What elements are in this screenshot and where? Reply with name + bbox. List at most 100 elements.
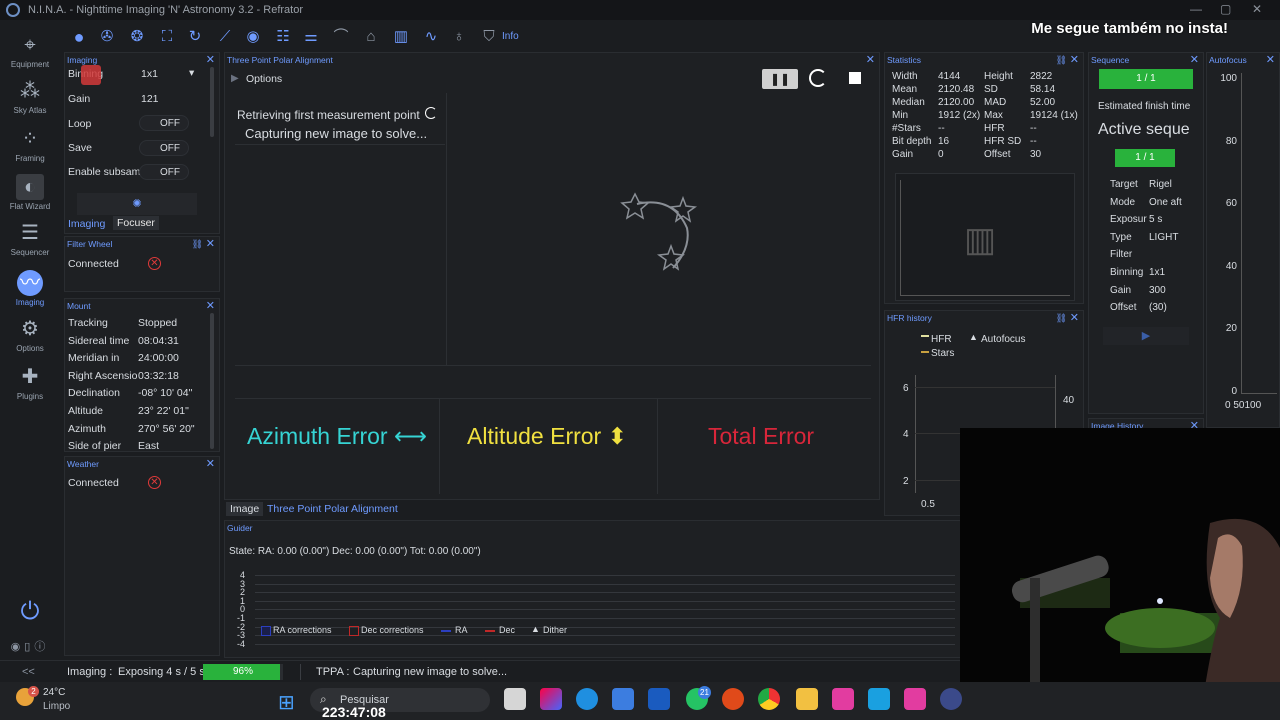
- app-icon[interactable]: [648, 688, 670, 710]
- scrollbar[interactable]: [210, 313, 214, 449]
- maximize-icon[interactable]: ▢: [1220, 2, 1231, 16]
- autofocus-y-tick: 0: [1231, 386, 1237, 397]
- chrome-icon[interactable]: [758, 688, 780, 710]
- nav-plugins[interactable]: ✚ Plugins: [0, 364, 60, 401]
- sliders-icon[interactable]: ⚌: [300, 27, 322, 47]
- disconnected-icon[interactable]: ✕: [148, 257, 161, 270]
- stat-value: 0: [938, 149, 944, 160]
- minimize-icon[interactable]: —: [1190, 2, 1202, 16]
- task-view-icon[interactable]: [504, 688, 526, 710]
- info-tab[interactable]: Info: [502, 31, 519, 42]
- chevron-down-icon[interactable]: ▾: [189, 67, 194, 79]
- target-icon[interactable]: ◉: [242, 27, 264, 47]
- footer-icons[interactable]: ◉▯ⓘ: [0, 638, 60, 654]
- close-window-icon[interactable]: ✕: [1252, 2, 1262, 16]
- gain-input[interactable]: 121: [141, 93, 159, 105]
- start-sequence-button[interactable]: ▶: [1103, 327, 1189, 345]
- guider-graph-icon[interactable]: ∿: [420, 27, 442, 47]
- expand-options-icon[interactable]: ▶: [231, 73, 239, 84]
- imaging-status-label: Imaging :: [67, 666, 113, 678]
- pause-button[interactable]: ❚❚: [762, 69, 798, 89]
- windows-start-icon[interactable]: ⊞: [278, 690, 295, 715]
- app-pink2-icon[interactable]: [904, 688, 926, 710]
- stop-button[interactable]: [849, 72, 861, 84]
- tab-image[interactable]: Image: [226, 502, 264, 516]
- camera-icon[interactable]: ●: [68, 27, 90, 47]
- scrollbar[interactable]: [210, 67, 214, 137]
- telescope-tool-icon[interactable]: ⟋: [214, 27, 236, 47]
- tab-focuser[interactable]: Focuser: [113, 216, 159, 230]
- edge-icon[interactable]: [576, 688, 598, 710]
- close-icon[interactable]: ✕: [206, 53, 215, 67]
- store-icon[interactable]: [612, 688, 634, 710]
- opera-icon[interactable]: [722, 688, 744, 710]
- app-pink-icon[interactable]: [832, 688, 854, 710]
- close-icon[interactable]: ✕: [206, 299, 215, 313]
- histogram-placeholder-icon: ▥: [964, 221, 997, 259]
- nav-label: Flat Wizard: [9, 202, 51, 211]
- mount-panel: Mount ✕ Tracking Stopped Sidereal time 08…: [64, 298, 220, 452]
- nav-framing[interactable]: ⁘ Framing: [0, 126, 60, 163]
- active-progress: 1 / 1: [1115, 149, 1175, 167]
- link-icon[interactable]: ⛓: [1056, 53, 1067, 67]
- close-icon[interactable]: ✕: [206, 237, 215, 251]
- options-expander[interactable]: Options: [246, 73, 282, 85]
- sequence-row-label: Binning: [1110, 267, 1144, 278]
- autofocus-panel: Autofocus ✕ 100 80 60 40 20 0 0 50100: [1206, 52, 1280, 428]
- nav-sky-atlas[interactable]: ⁂ Sky Atlas: [0, 78, 60, 115]
- nav-sequencer[interactable]: ☰ Sequencer: [0, 220, 60, 257]
- eye-icon[interactable]: ◉: [11, 641, 25, 653]
- close-icon[interactable]: ✕: [1070, 53, 1079, 67]
- binning-select[interactable]: 1x1: [141, 68, 158, 80]
- rotator-icon[interactable]: ↻: [184, 27, 206, 47]
- observatory-icon[interactable]: ⌂: [360, 27, 382, 47]
- disconnected-icon[interactable]: ✕: [148, 476, 161, 489]
- sequence-row-label: Filter: [1110, 249, 1133, 261]
- sequence-row-value: 1x1: [1149, 267, 1166, 278]
- stat-label: Width: [892, 71, 918, 82]
- nina-taskbar-icon[interactable]: [940, 688, 962, 710]
- close-icon[interactable]: ✕: [1070, 311, 1079, 325]
- bulb-icon[interactable]: ♁: [448, 27, 470, 47]
- list-icon[interactable]: ☷: [272, 27, 294, 47]
- app-blue-icon[interactable]: [868, 688, 890, 710]
- capture-button[interactable]: ✺: [77, 193, 197, 215]
- loop-toggle[interactable]: OFF: [139, 115, 189, 131]
- guider-gridline: [255, 600, 955, 602]
- book-icon[interactable]: ▯: [24, 641, 34, 653]
- nav-imaging[interactable]: 〰 Imaging: [0, 270, 60, 307]
- mount-row-label: Right Ascensio: [68, 369, 138, 382]
- folder-icon[interactable]: [796, 688, 818, 710]
- progress-track: 96%: [203, 664, 283, 680]
- copilot-icon[interactable]: [540, 688, 562, 710]
- save-toggle[interactable]: OFF: [139, 140, 189, 156]
- nav-options[interactable]: ⚙ Options: [0, 316, 60, 353]
- mount-row-value: -08° 10' 04": [138, 387, 193, 400]
- collapse-button[interactable]: <<: [22, 666, 35, 678]
- panel-title: Three Point Polar Alignment: [227, 55, 333, 65]
- filter-wheel-icon[interactable]: ✇: [96, 27, 118, 47]
- dome-icon[interactable]: ⌒: [330, 27, 352, 47]
- subsample-toggle[interactable]: OFF: [139, 164, 189, 180]
- legend-dec-corrections: Dec corrections: [361, 625, 424, 635]
- panel-title: Statistics: [887, 55, 922, 65]
- sequence-row-label: Exposur: [1110, 214, 1147, 226]
- mount-row-value: 24:00:00: [138, 352, 179, 365]
- tab-three-point-polar-alignment[interactable]: Three Point Polar Alignment: [267, 503, 398, 515]
- close-icon[interactable]: ✕: [1266, 53, 1275, 67]
- info-icon[interactable]: ⓘ: [34, 641, 49, 653]
- nav-flat-wizard[interactable]: ◐ Flat Wizard: [0, 174, 60, 211]
- power-icon[interactable]: ⏻: [0, 598, 60, 626]
- tab-imaging[interactable]: Imaging: [68, 218, 105, 230]
- link-icon[interactable]: ⛓: [1056, 311, 1067, 325]
- close-icon[interactable]: ✕: [866, 53, 875, 67]
- focuser-icon[interactable]: ❂: [126, 27, 148, 47]
- shield-icon[interactable]: ⛉: [478, 27, 500, 47]
- close-icon[interactable]: ✕: [206, 457, 215, 471]
- bar-chart-icon[interactable]: ▥: [390, 27, 412, 47]
- nav-equipment[interactable]: ⌖ Equipment: [0, 32, 60, 69]
- stat-label: MAD: [984, 97, 1007, 108]
- close-icon[interactable]: ✕: [1190, 53, 1199, 67]
- link-icon[interactable]: ⛓: [192, 237, 203, 251]
- framing-tool-icon[interactable]: ⛶: [156, 27, 178, 47]
